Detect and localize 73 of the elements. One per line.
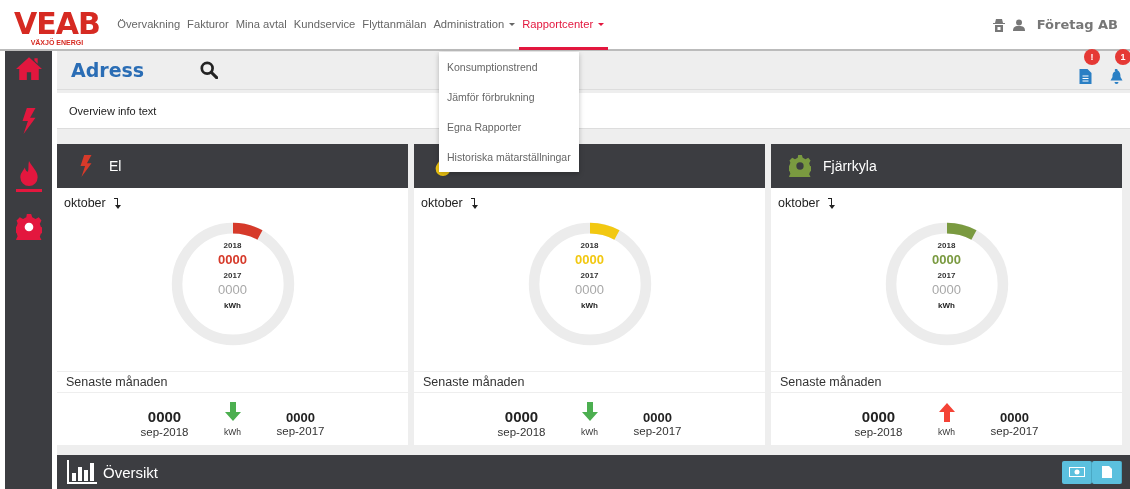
down-arrow-icon xyxy=(222,401,243,422)
period-label: Senaste månaden xyxy=(414,371,765,393)
period-text: sep-2017 xyxy=(990,424,1039,438)
year-label: 2017 xyxy=(580,272,599,281)
previous-value: 0000 xyxy=(643,410,672,425)
document-button[interactable] xyxy=(1092,460,1122,484)
period-text: sep-2017 xyxy=(633,424,682,438)
up-arrow-icon xyxy=(936,401,957,422)
previous-value: 0000 xyxy=(1000,410,1029,425)
document-icon xyxy=(1101,466,1112,478)
month-selector[interactable]: oktober xyxy=(64,196,106,210)
latest-value: 0000 xyxy=(147,409,182,426)
period-text: sep-2018 xyxy=(497,425,546,439)
nav-link[interactable]: Kundservice xyxy=(290,1,359,50)
card-title: Fjärrkyla xyxy=(823,158,877,174)
notification-badge: ! xyxy=(1084,48,1100,65)
period-text: sep-2018 xyxy=(854,425,903,439)
unit-label: kWh xyxy=(581,426,598,437)
latest-value: 0000 xyxy=(504,409,539,426)
nav-link[interactable]: Övervakning xyxy=(113,1,184,50)
banknote-icon xyxy=(1068,467,1085,477)
gear-icon xyxy=(789,155,811,177)
sort-arrow-icon[interactable] xyxy=(470,197,479,209)
page-title: Adress xyxy=(71,59,145,81)
company-name[interactable]: Företag AB xyxy=(1036,17,1118,32)
caret-icon[interactable] xyxy=(598,22,605,26)
unit-label: kWh xyxy=(224,426,241,437)
previous-year-value: 0000 xyxy=(218,282,247,298)
caret-icon[interactable] xyxy=(509,22,516,26)
year-label: 2018 xyxy=(580,242,599,251)
month-selector[interactable]: oktober xyxy=(778,196,820,210)
menu-item[interactable]: Konsumptionstrend xyxy=(439,52,579,82)
period-text: sep-2018 xyxy=(140,425,189,439)
notification-badge: 1 xyxy=(1115,48,1130,65)
logo-text: VEAB xyxy=(14,9,100,39)
nav-link[interactable]: Mina avtal xyxy=(232,1,291,50)
document-icon[interactable] xyxy=(1078,68,1093,84)
unit-label: kWh xyxy=(938,302,955,311)
period-label: Senaste månaden xyxy=(57,371,408,393)
nav-link[interactable]: Flyttanmälan xyxy=(358,1,430,50)
current-value: 0000 xyxy=(932,252,961,268)
user-icon[interactable] xyxy=(1012,17,1025,32)
current-value: 0000 xyxy=(575,252,604,268)
incognito-icon[interactable] xyxy=(992,17,1005,32)
year-label: 2017 xyxy=(937,272,956,281)
period-text: sep-2017 xyxy=(276,424,325,438)
year-label: 2017 xyxy=(223,272,242,281)
previous-value: 0000 xyxy=(286,410,315,425)
bell-icon[interactable] xyxy=(1109,68,1124,84)
current-value: 0000 xyxy=(218,252,247,268)
unit-label: kWh xyxy=(581,302,598,311)
latest-value: 0000 xyxy=(861,409,896,426)
sort-arrow-icon[interactable] xyxy=(827,197,836,209)
gear-icon xyxy=(15,214,42,240)
previous-year-value: 0000 xyxy=(932,282,961,298)
overview-title: Översikt xyxy=(103,463,158,481)
search-icon[interactable] xyxy=(200,61,219,79)
menu-item[interactable]: Historiska mätarställningar xyxy=(439,142,579,172)
down-arrow-icon xyxy=(579,401,600,422)
money-button[interactable] xyxy=(1062,460,1092,484)
nav-link[interactable]: Fakturor xyxy=(183,1,233,50)
year-label: 2018 xyxy=(223,242,242,251)
bar-chart-icon xyxy=(67,460,97,484)
period-label: Senaste månaden xyxy=(771,371,1122,393)
card-title: El xyxy=(109,158,122,174)
nav-link[interactable]: Administration xyxy=(429,1,519,50)
previous-year-value: 0000 xyxy=(575,282,604,298)
sort-arrow-icon[interactable] xyxy=(113,197,122,209)
house-icon xyxy=(15,55,42,81)
year-label: 2018 xyxy=(937,242,956,251)
month-selector[interactable]: oktober xyxy=(421,196,463,210)
unit-label: kWh xyxy=(938,426,955,437)
unit-label: kWh xyxy=(224,302,241,311)
